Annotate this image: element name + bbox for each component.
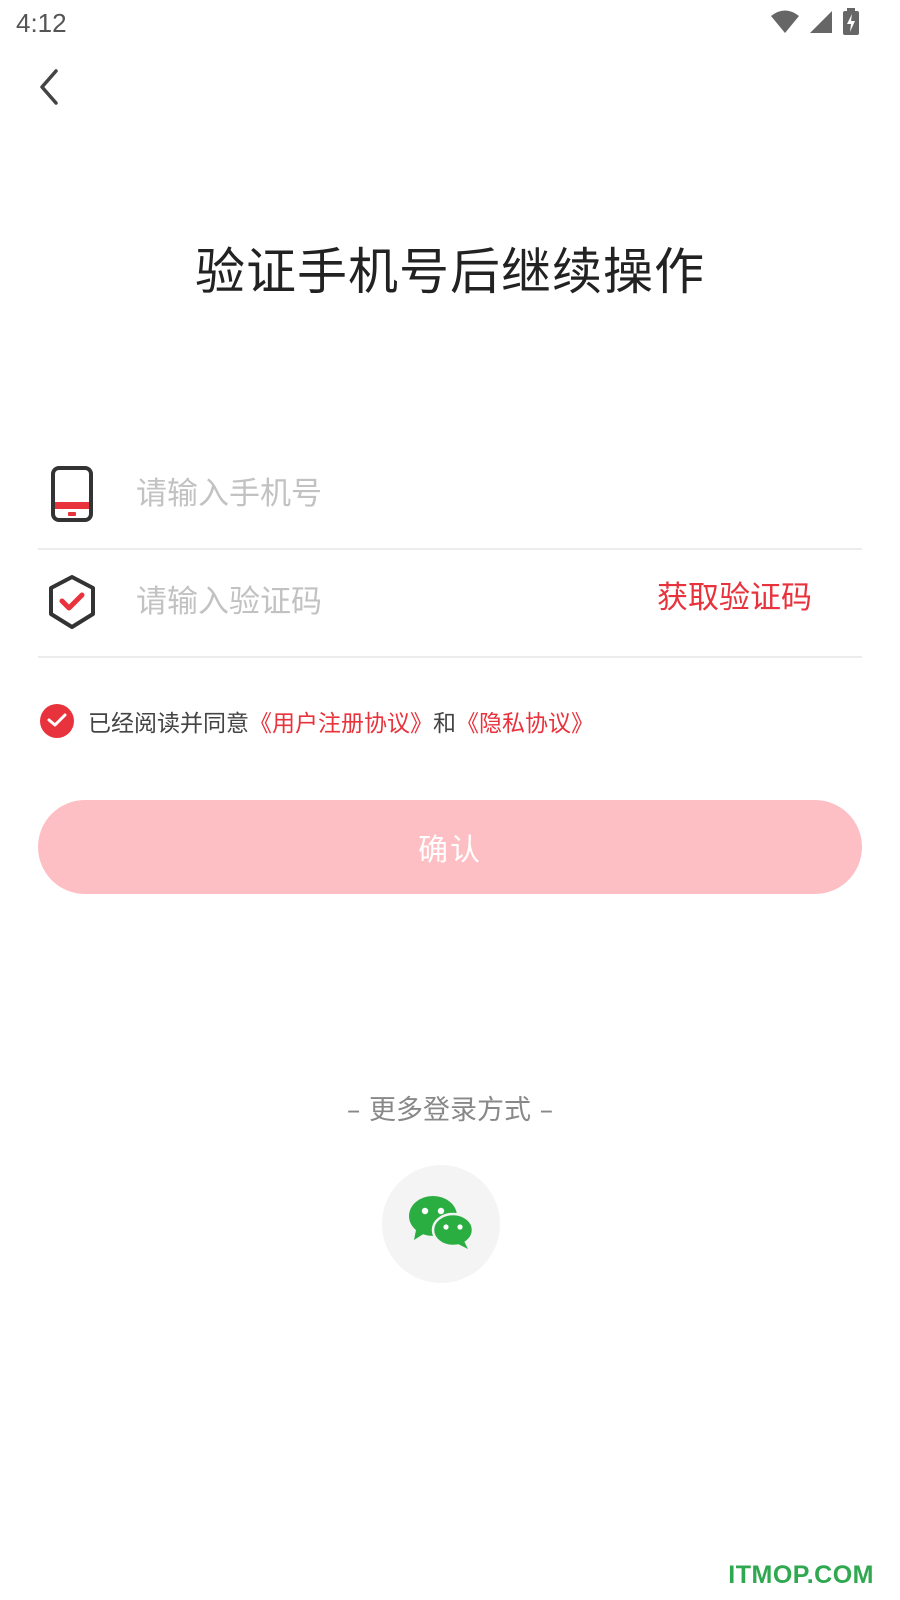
watermark: ITMOP.COM — [728, 1561, 874, 1589]
agreement-row: 已经阅读并同意 《用户注册协议》 和 《隐私协议》 — [40, 704, 594, 738]
agreement-prefix: 已经阅读并同意 — [88, 711, 249, 737]
more-login-label: – 更多登录方式 – — [346, 1095, 554, 1126]
status-time: 4:12 — [16, 8, 67, 38]
code-field: 获取验证码 — [38, 550, 862, 658]
wechat-login-button[interactable] — [382, 1165, 500, 1283]
agreement-conjunction: 和 — [433, 711, 456, 737]
wechat-icon — [408, 1194, 475, 1254]
page-title: 验证手机号后继续操作 — [195, 243, 705, 301]
user-agreement-link[interactable]: 《用户注册协议》 — [249, 704, 433, 738]
confirm-button[interactable]: 确认 — [38, 800, 862, 894]
phone-field — [38, 442, 862, 550]
shield-check-icon — [42, 572, 102, 632]
chevron-left-icon — [34, 67, 64, 111]
status-icons — [770, 8, 860, 40]
back-button[interactable] — [24, 64, 74, 114]
phone-input[interactable] — [134, 468, 578, 520]
battery-charging-icon — [842, 8, 860, 40]
wifi-icon — [770, 9, 800, 39]
privacy-agreement-link[interactable]: 《隐私协议》 — [456, 704, 594, 738]
get-code-button[interactable]: 获取验证码 — [657, 572, 812, 617]
check-icon — [47, 708, 67, 734]
code-input[interactable] — [134, 576, 578, 628]
status-bar: 4:12 — [0, 0, 900, 48]
phone-icon — [42, 464, 102, 524]
agreement-checkbox[interactable] — [40, 704, 74, 738]
cell-signal-icon — [808, 9, 834, 39]
